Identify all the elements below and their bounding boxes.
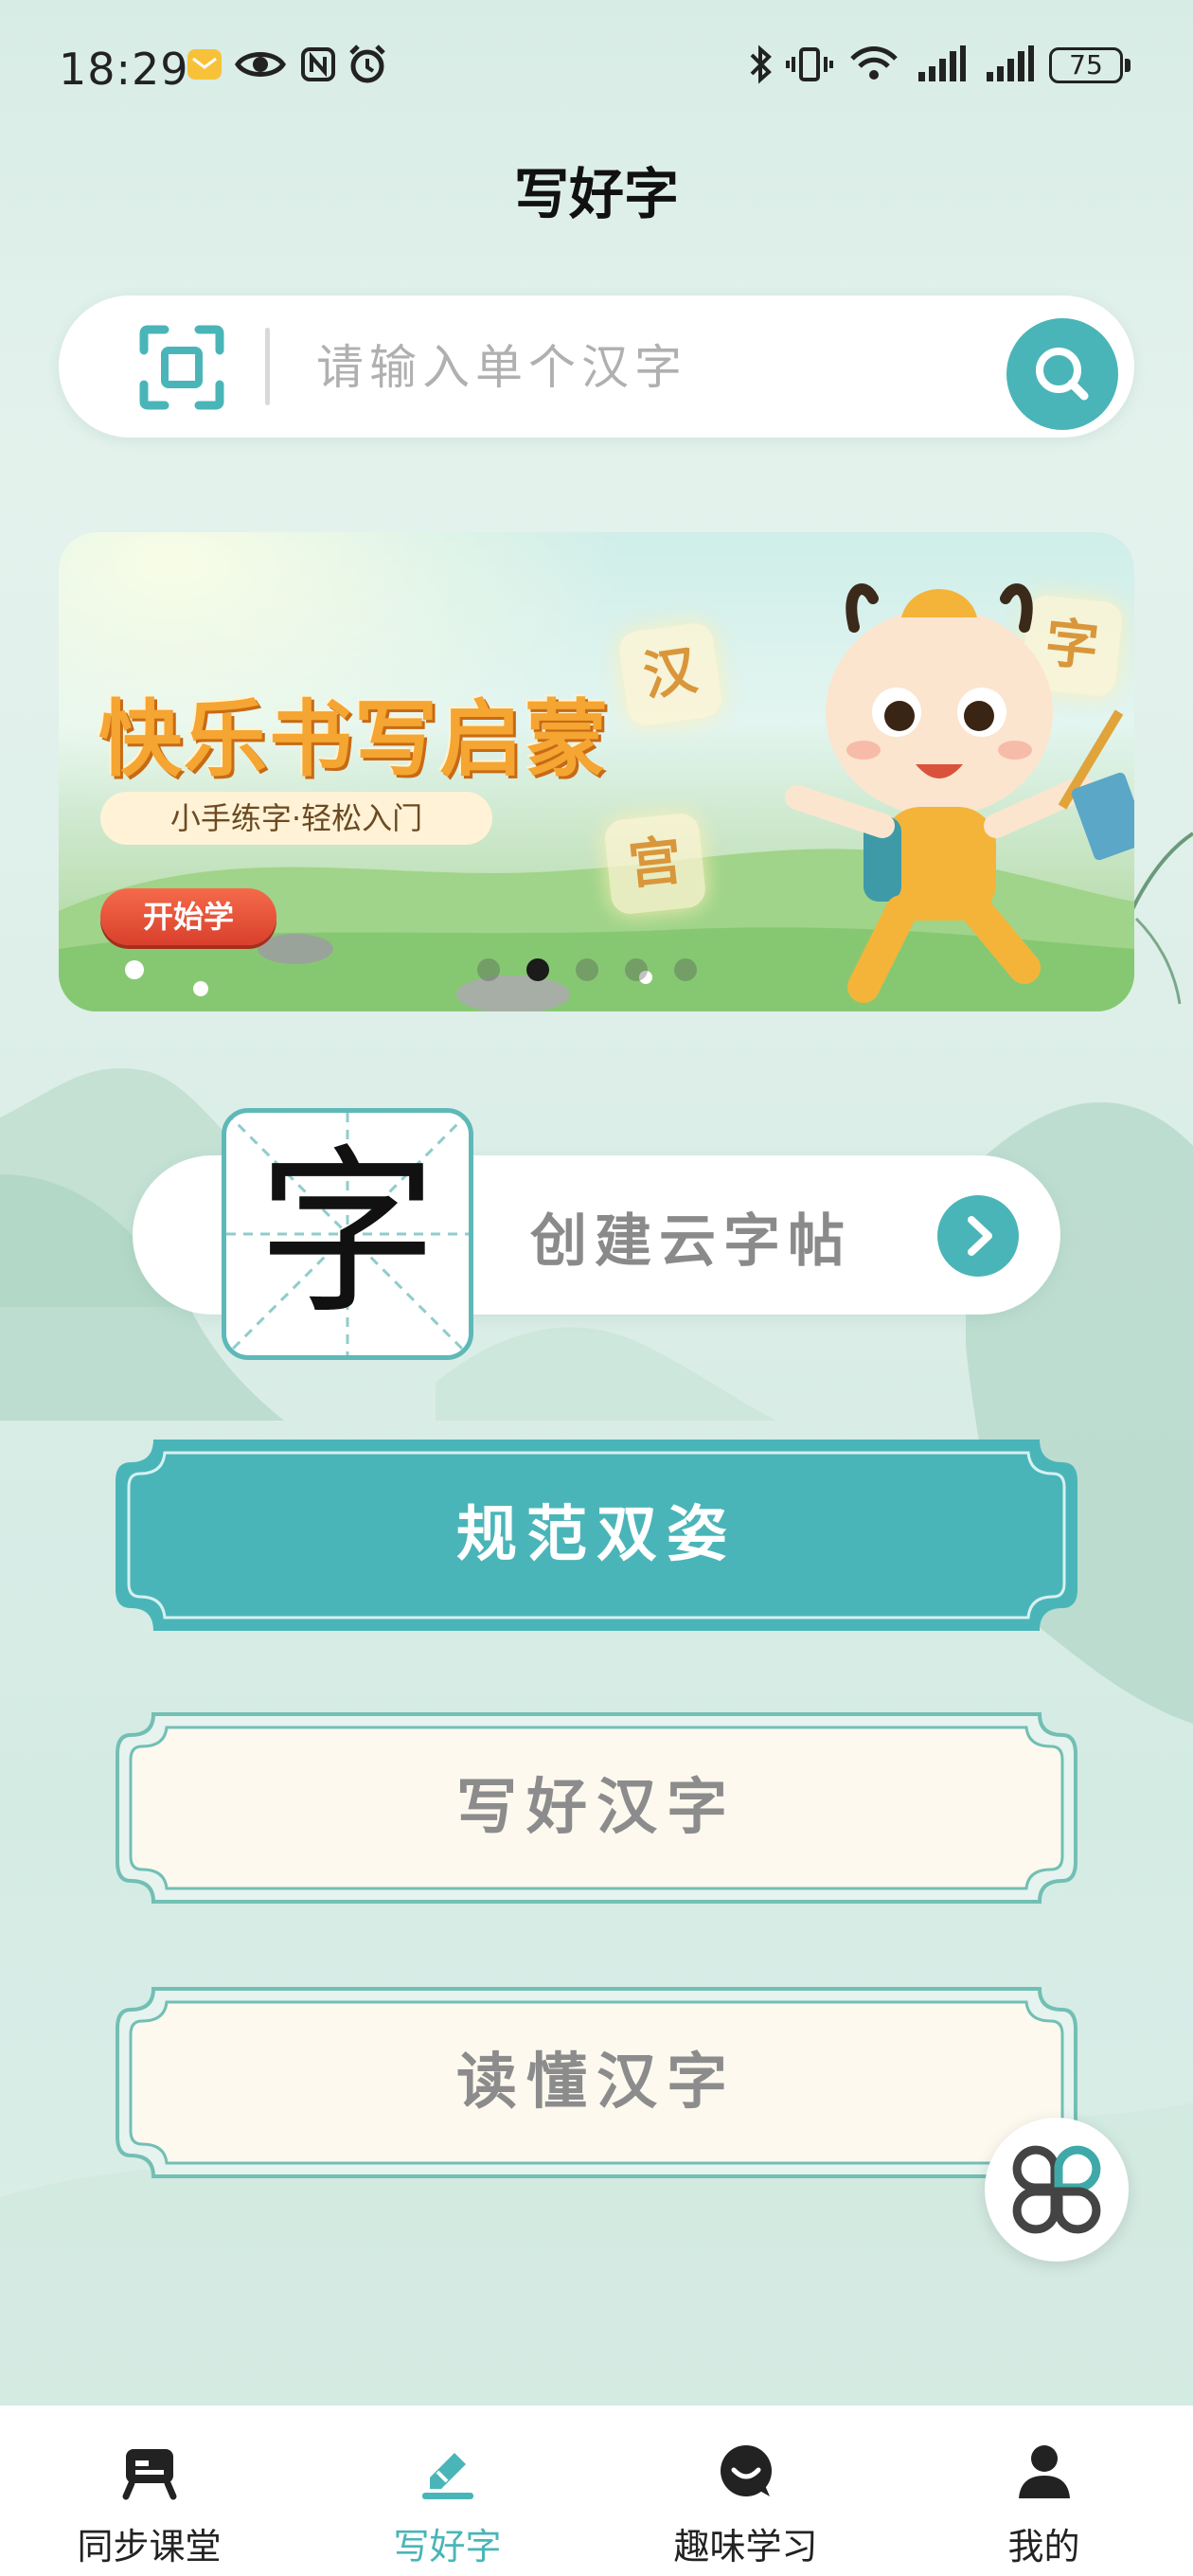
- search-input[interactable]: [314, 324, 1019, 411]
- create-copybook-label[interactable]: 创建云字帖: [530, 1195, 852, 1278]
- write-chinese-button[interactable]: 写好汉字: [116, 1712, 1077, 1904]
- mail-notification-icon: [187, 49, 222, 80]
- tab-mine-label: 我的: [1007, 2526, 1080, 2567]
- create-copybook-arrow[interactable]: [937, 1195, 1019, 1277]
- banner-start-button[interactable]: 开始学: [100, 888, 276, 945]
- battery-tip: [1125, 59, 1131, 72]
- banner-dot-1[interactable]: [477, 958, 500, 981]
- eye-icon: [235, 52, 286, 77]
- chat-icon: [721, 2445, 772, 2496]
- search-bar: [59, 295, 1134, 438]
- posture-button-label: 规范双姿: [456, 1499, 737, 1570]
- practice-grid-box: 字: [222, 1108, 473, 1360]
- tab-fun-learning-label: 趣味学习: [673, 2526, 818, 2567]
- nfc-icon: [301, 47, 335, 81]
- banner-dot-2[interactable]: [526, 958, 549, 981]
- read-button-label: 读懂汉字: [456, 2047, 737, 2118]
- dragon-mascot: [785, 583, 1134, 1003]
- sample-character: 字: [257, 1129, 437, 1338]
- profile-icon: [1019, 2445, 1070, 2498]
- search-button[interactable]: [1006, 318, 1118, 430]
- signal-2-icon: [987, 45, 1034, 81]
- banner-tile-gong: 宫: [603, 812, 707, 916]
- search-divider: [265, 328, 270, 405]
- battery-indicator: 75: [1049, 47, 1123, 83]
- scan-icon[interactable]: [136, 322, 227, 413]
- banner-tile-han: 汉: [616, 620, 724, 728]
- vibrate-icon: [786, 47, 833, 81]
- banner-subtitle: 小手练字·轻松入门: [100, 792, 492, 845]
- search-icon: [1036, 348, 1089, 401]
- banner-dot-5[interactable]: [674, 958, 697, 981]
- bluetooth-icon: [750, 45, 772, 84]
- banner-title: 快乐书写启蒙: [98, 690, 611, 788]
- page-title: 写好字: [513, 162, 679, 226]
- tab-write-well-label: 写好字: [393, 2526, 502, 2567]
- tab-write-well[interactable]: 写好字: [298, 2406, 596, 2576]
- bottom-tab-bar: 同步课堂 写好字 趣味学习 我的: [0, 2406, 1193, 2576]
- banner-dot-4[interactable]: [625, 958, 648, 981]
- tab-sync-class-label: 同步课堂: [77, 2526, 222, 2567]
- banner-dot-3[interactable]: [576, 958, 598, 981]
- tab-mine[interactable]: 我的: [895, 2406, 1193, 2576]
- promo-banner[interactable]: 快乐书写启蒙 小手练字·轻松入门 开始学 汉 字 宫: [59, 532, 1134, 1011]
- chevron-right-icon: [968, 1216, 992, 1256]
- status-time: 18:29: [59, 44, 189, 95]
- pen-icon: [422, 2453, 473, 2499]
- wifi-icon: [850, 46, 898, 80]
- read-chinese-button[interactable]: 读懂汉字: [116, 1987, 1077, 2178]
- tab-sync-class[interactable]: 同步课堂: [0, 2406, 298, 2576]
- floating-menu-button[interactable]: [985, 2118, 1129, 2262]
- alarm-icon: [349, 45, 385, 83]
- posture-button[interactable]: 规范双姿: [116, 1440, 1077, 1631]
- signal-1-icon: [918, 45, 966, 81]
- write-button-label: 写好汉字: [456, 1772, 737, 1843]
- clover-menu-icon: [1012, 2145, 1101, 2234]
- tab-fun-learning[interactable]: 趣味学习: [596, 2406, 895, 2576]
- classroom-icon: [122, 2449, 177, 2500]
